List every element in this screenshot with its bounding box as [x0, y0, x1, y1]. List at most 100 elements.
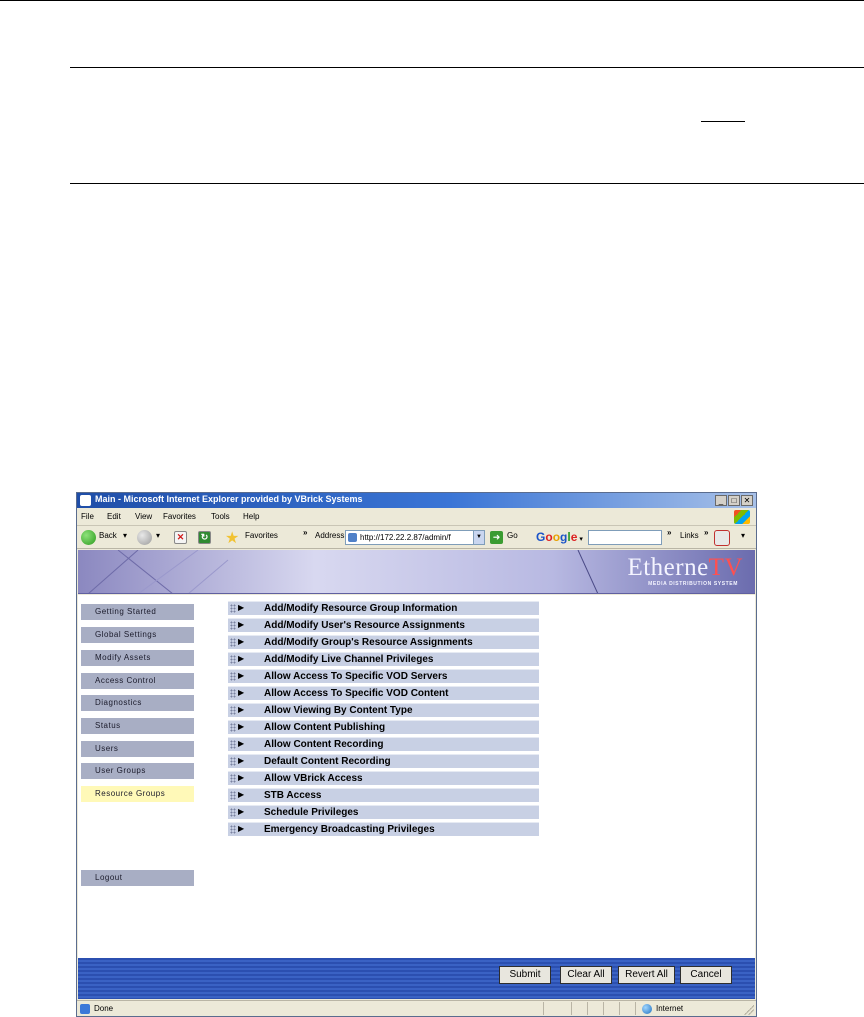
privilege-stb-access[interactable]: ▶ STB Access — [228, 788, 539, 802]
expand-arrow-icon[interactable]: ▶ — [238, 603, 244, 612]
address-dropdown-icon[interactable]: ▼ — [473, 531, 484, 544]
sidebar-item-access-control[interactable]: Access Control — [81, 673, 194, 689]
expand-arrow-icon[interactable]: ▶ — [238, 654, 244, 663]
sidebar-item-global-settings[interactable]: Global Settings — [81, 627, 194, 643]
expand-arrow-icon[interactable]: ▶ — [238, 773, 244, 782]
google-search-input[interactable] — [588, 530, 662, 545]
status-text: Done — [94, 1004, 114, 1013]
privilege-emergency-broadcasting-privileges[interactable]: ▶ Emergency Broadcasting Privileges — [228, 822, 539, 836]
menu-tools[interactable]: Tools — [211, 512, 230, 521]
ethernetv-banner: EtherneTV MEDIA DISTRIBUTION SYSTEM — [78, 550, 755, 594]
expand-arrow-icon[interactable]: ▶ — [238, 824, 244, 833]
privilege-allow-content-recording[interactable]: ▶ Allow Content Recording — [228, 737, 539, 751]
google-chevron-icon[interactable]: » — [667, 528, 671, 537]
privilege-label: Allow Content Publishing — [264, 722, 386, 733]
favorites-star-icon[interactable]: ★ — [225, 528, 239, 548]
forward-dropdown-icon[interactable]: ▾ — [156, 531, 160, 540]
pdf-dropdown-icon[interactable]: ▾ — [741, 531, 745, 540]
expand-arrow-icon[interactable]: ▶ — [238, 671, 244, 680]
window-title: Main - Microsoft Internet Explorer provi… — [95, 494, 363, 504]
logout-button[interactable]: Logout — [81, 870, 194, 886]
links-label[interactable]: Links — [680, 531, 699, 540]
grip-icon — [230, 757, 236, 766]
privilege-add-modify-users-resource-assignments[interactable]: ▶ Add/Modify User's Resource Assignments — [228, 618, 539, 632]
sidebar-item-resource-groups[interactable]: Resource Groups — [81, 786, 194, 802]
close-button[interactable]: ✕ — [741, 495, 753, 506]
privilege-label: Allow Access To Specific VOD Content — [264, 688, 449, 699]
resize-grip-icon[interactable] — [744, 1005, 754, 1015]
expand-arrow-icon[interactable]: ▶ — [238, 620, 244, 629]
favorites-button-label[interactable]: Favorites — [245, 531, 278, 540]
refresh-icon[interactable]: ↻ — [198, 531, 211, 544]
grip-icon — [230, 706, 236, 715]
privilege-allow-content-publishing[interactable]: ▶ Allow Content Publishing — [228, 720, 539, 734]
privilege-default-content-recording[interactable]: ▶ Default Content Recording — [228, 754, 539, 768]
submit-button[interactable]: Submit — [499, 966, 551, 984]
brand-name: Etherne — [627, 554, 709, 581]
privilege-allow-access-specific-vod-content[interactable]: ▶ Allow Access To Specific VOD Content — [228, 686, 539, 700]
forward-arrow-icon[interactable] — [137, 530, 152, 545]
sidebar-item-modify-assets[interactable]: Modify Assets — [81, 650, 194, 666]
privilege-add-modify-resource-group-information[interactable]: ▶ Add/Modify Resource Group Information — [228, 601, 539, 615]
privilege-label: Add/Modify Live Channel Privileges — [264, 654, 434, 665]
back-button-label[interactable]: Back — [99, 531, 117, 540]
grip-icon — [230, 808, 236, 817]
stop-icon[interactable]: ✕ — [174, 531, 187, 544]
pdf-icon[interactable] — [714, 530, 730, 546]
menu-view[interactable]: View — [135, 512, 152, 521]
toolbar-chevron-icon[interactable]: » — [303, 528, 307, 537]
clear-all-button[interactable]: Clear All — [560, 966, 612, 984]
main-content: Getting Started Global Settings Modify A… — [78, 595, 755, 958]
grip-icon — [230, 621, 236, 630]
expand-arrow-icon[interactable]: ▶ — [238, 807, 244, 816]
sidebar-item-diagnostics[interactable]: Diagnostics — [81, 695, 194, 711]
go-button-label[interactable]: Go — [507, 531, 518, 540]
address-value: http://172.22.2.87/admin/f — [360, 533, 451, 542]
expand-arrow-icon[interactable]: ▶ — [238, 705, 244, 714]
menu-edit[interactable]: Edit — [107, 512, 121, 521]
status-bar: Done Internet — [77, 1000, 756, 1016]
privilege-add-modify-live-channel-privileges[interactable]: ▶ Add/Modify Live Channel Privileges — [228, 652, 539, 666]
window-controls: _ □ ✕ — [715, 495, 753, 506]
expand-arrow-icon[interactable]: ▶ — [238, 637, 244, 646]
maximize-button[interactable]: □ — [728, 495, 740, 506]
minimize-button[interactable]: _ — [715, 495, 727, 506]
grip-icon — [230, 791, 236, 800]
back-dropdown-icon[interactable]: ▾ — [123, 531, 127, 540]
links-chevron-icon[interactable]: » — [704, 528, 708, 537]
menu-favorites[interactable]: Favorites — [163, 512, 196, 521]
ie-app-icon — [80, 495, 91, 506]
sidebar-item-user-groups[interactable]: User Groups — [81, 763, 194, 779]
brand-logo: EtherneTV — [627, 554, 743, 582]
sidebar-item-status[interactable]: Status — [81, 718, 194, 734]
cancel-button[interactable]: Cancel — [680, 966, 732, 984]
privilege-label: Schedule Privileges — [264, 807, 359, 818]
expand-arrow-icon[interactable]: ▶ — [238, 739, 244, 748]
expand-arrow-icon[interactable]: ▶ — [238, 688, 244, 697]
expand-arrow-icon[interactable]: ▶ — [238, 756, 244, 765]
grip-icon — [230, 825, 236, 834]
revert-all-button[interactable]: Revert All — [618, 966, 675, 984]
go-arrow-icon[interactable]: ➜ — [490, 531, 503, 544]
sidebar-item-users[interactable]: Users — [81, 741, 194, 757]
window-titlebar[interactable]: Main - Microsoft Internet Explorer provi… — [77, 493, 756, 508]
header-top-rule — [70, 67, 864, 68]
privilege-label: Add/Modify Group's Resource Assignments — [264, 637, 473, 648]
privilege-allow-viewing-by-content-type[interactable]: ▶ Allow Viewing By Content Type — [228, 703, 539, 717]
menu-help[interactable]: Help — [243, 512, 259, 521]
expand-arrow-icon[interactable]: ▶ — [238, 790, 244, 799]
action-footer: Submit Clear All Revert All Cancel — [78, 958, 755, 999]
privilege-label: Emergency Broadcasting Privileges — [264, 824, 435, 835]
expand-arrow-icon[interactable]: ▶ — [238, 722, 244, 731]
menu-bar: File Edit View Favorites Tools Help — [77, 509, 756, 526]
menu-file[interactable]: File — [81, 512, 94, 521]
status-cell — [571, 1002, 585, 1015]
privilege-label: Add/Modify Resource Group Information — [264, 603, 458, 614]
privilege-schedule-privileges[interactable]: ▶ Schedule Privileges — [228, 805, 539, 819]
back-arrow-icon[interactable] — [81, 530, 96, 545]
privilege-allow-vbrick-access[interactable]: ▶ Allow VBrick Access — [228, 771, 539, 785]
privilege-allow-access-specific-vod-servers[interactable]: ▶ Allow Access To Specific VOD Servers — [228, 669, 539, 683]
sidebar-item-getting-started[interactable]: Getting Started — [81, 604, 194, 620]
privilege-add-modify-groups-resource-assignments[interactable]: ▶ Add/Modify Group's Resource Assignment… — [228, 635, 539, 649]
address-input[interactable]: http://172.22.2.87/admin/f ▼ — [345, 530, 485, 545]
